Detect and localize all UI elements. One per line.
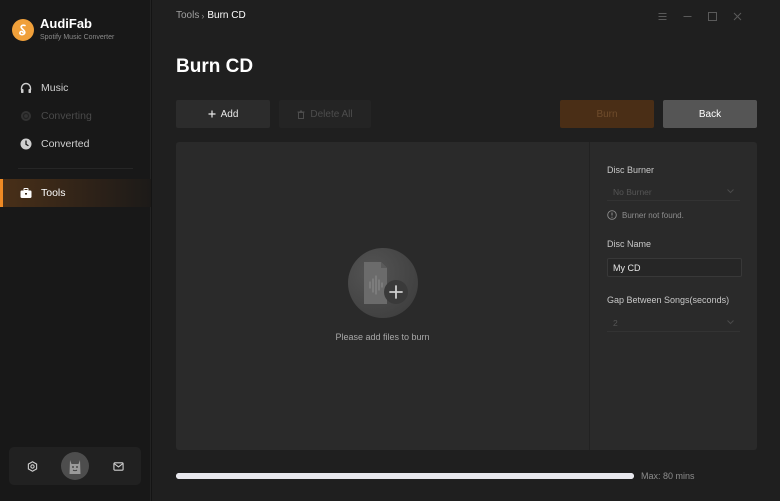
page-title: Burn CD (176, 56, 254, 77)
sidebar-item-label: Converted (41, 138, 90, 150)
headphones-icon (19, 82, 32, 95)
menu-icon[interactable] (650, 8, 675, 24)
app-name: AudiFab (40, 16, 92, 31)
gap-value: 2 (613, 317, 618, 328)
sidebar-item-label: Music (41, 82, 69, 94)
maximize-icon[interactable] (700, 8, 725, 24)
file-drop-area[interactable]: Please add files to burn (176, 142, 589, 450)
window-controls (650, 8, 750, 24)
warning-circle-icon (607, 210, 617, 220)
burn-button-label: Burn (596, 108, 618, 120)
back-button-label: Back (698, 108, 722, 120)
burn-button[interactable]: Burn (560, 100, 654, 128)
delete-all-button[interactable]: Delete All (279, 100, 371, 128)
add-button-label: Add (220, 108, 239, 120)
burner-warning: Burner not found. (607, 210, 684, 220)
sidebar-item-label: Tools (41, 187, 66, 199)
delete-all-button-label: Delete All (310, 108, 353, 120)
minimize-icon[interactable] (675, 8, 700, 24)
add-files-target[interactable]: Please add files to burn (176, 248, 589, 342)
gear-icon[interactable] (25, 459, 39, 473)
disc-capacity-fill (176, 473, 634, 479)
breadcrumb-separator: › (201, 10, 205, 21)
toolbox-icon (19, 187, 32, 200)
disc-capacity-label: Max: 80 mins (641, 471, 695, 481)
disc-capacity-bar (176, 473, 634, 479)
trash-icon (297, 110, 305, 119)
burner-warning-text: Burner not found. (622, 210, 684, 220)
audio-file-add-icon (347, 248, 418, 318)
sidebar-item-music[interactable]: Music (0, 78, 151, 98)
disc-burner-label: Disc Burner (607, 165, 655, 175)
sidebar-divider (18, 168, 133, 169)
app-window: AudiFab Spotify Music Converter Music Co… (0, 0, 780, 501)
back-button[interactable]: Back (663, 100, 757, 128)
breadcrumb-current: Burn CD (207, 10, 246, 21)
gap-between-songs-label: Gap Between Songs(seconds) (607, 295, 730, 305)
avatar[interactable] (61, 452, 89, 480)
audifab-logo-icon (12, 18, 34, 41)
brand: AudiFab Spotify Music Converter (12, 16, 114, 43)
sidebar-item-converted[interactable]: Converted (0, 134, 151, 154)
gap-between-songs-select[interactable]: 2 (607, 314, 740, 332)
sidebar-footer (9, 447, 141, 485)
sidebar: AudiFab Spotify Music Converter Music Co… (0, 0, 152, 501)
burn-settings-panel: Disc Burner No Burner Burner not found. … (589, 142, 757, 450)
plus-icon (208, 110, 216, 118)
breadcrumb-tools-link[interactable]: Tools (176, 10, 199, 21)
sidebar-nav: Music Converting Converted Tools (0, 78, 151, 215)
clock-icon (19, 138, 32, 151)
app-subtitle: Spotify Music Converter (40, 34, 115, 41)
drop-hint: Please add files to burn (335, 332, 430, 342)
sidebar-item-tools[interactable]: Tools (0, 179, 151, 207)
chevron-down-icon (727, 320, 734, 325)
close-icon[interactable] (725, 8, 750, 24)
chevron-down-icon (727, 189, 734, 194)
add-button[interactable]: Add (176, 100, 270, 128)
converting-icon (19, 110, 32, 123)
sidebar-item-label: Converting (41, 110, 92, 122)
disc-burner-select[interactable]: No Burner (607, 183, 740, 201)
mail-icon[interactable] (111, 459, 125, 473)
sidebar-item-converting[interactable]: Converting (0, 106, 151, 126)
disc-name-label: Disc Name (607, 239, 652, 249)
disc-burner-value: No Burner (613, 186, 652, 197)
disc-name-input[interactable] (607, 258, 742, 277)
breadcrumb: Tools › Burn CD (176, 10, 246, 21)
